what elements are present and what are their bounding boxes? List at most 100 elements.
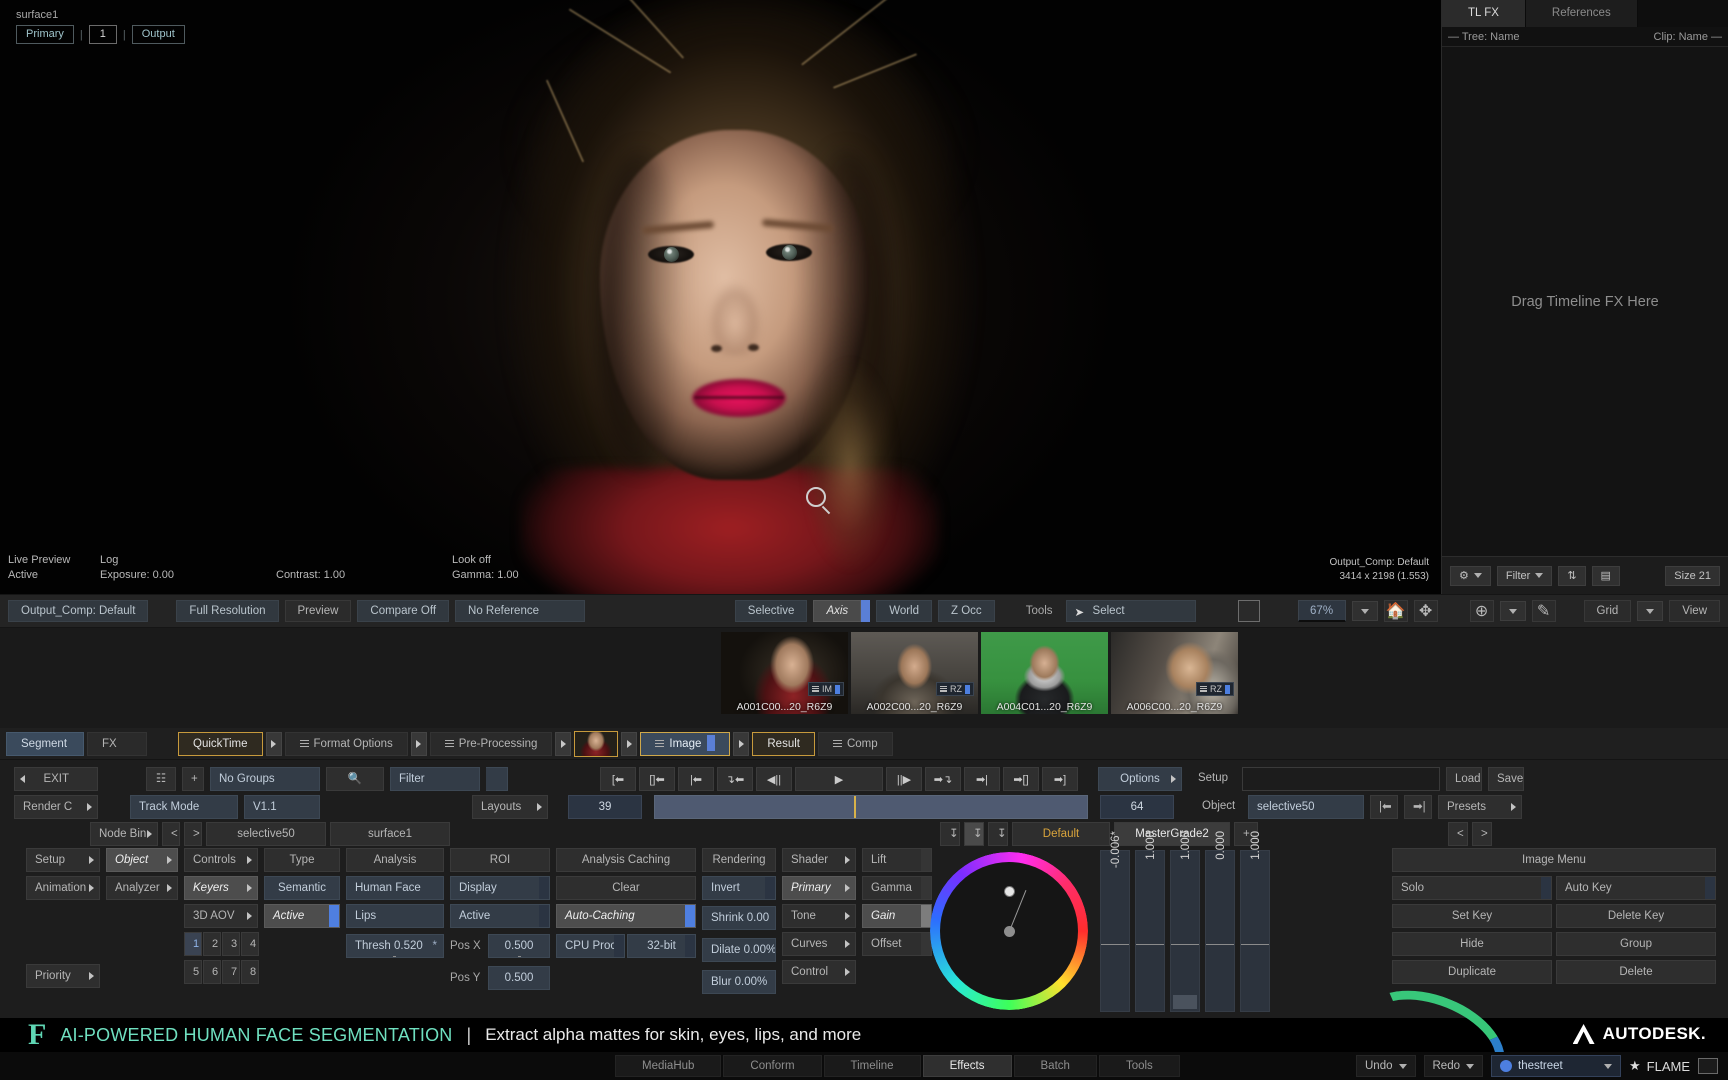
- reset-icon[interactable]: ↧: [988, 822, 1008, 846]
- tab-segment[interactable]: Segment: [6, 731, 84, 756]
- set-key-button[interactable]: Set Key: [1392, 904, 1552, 928]
- compare-button[interactable]: Compare Off: [357, 600, 450, 622]
- z-occ-button[interactable]: Z Occ: [938, 600, 995, 622]
- copy-icon[interactable]: ☷: [146, 767, 176, 791]
- tab-format-options[interactable]: Format Options: [284, 731, 408, 756]
- chevron-right-icon[interactable]: [621, 731, 638, 756]
- collapse-icon[interactable]: ↧: [940, 822, 960, 846]
- add-group-button[interactable]: +: [182, 767, 204, 791]
- keyer-2[interactable]: 2: [203, 932, 221, 956]
- tlfx-drop-area[interactable]: Drag Timeline FX Here: [1442, 47, 1728, 556]
- view-button[interactable]: View: [1669, 600, 1720, 622]
- scroll-left-icon[interactable]: <: [1448, 822, 1468, 846]
- slider-gamma[interactable]: 1.000 Gamma: [1135, 831, 1165, 1012]
- load-button[interactable]: Load: [1446, 767, 1482, 791]
- previous-object-icon[interactable]: |⬅: [1370, 795, 1398, 819]
- node-prev-button[interactable]: <: [162, 822, 180, 846]
- list-view-icon[interactable]: ▤: [1591, 565, 1620, 586]
- expand-icon[interactable]: ↧: [964, 822, 984, 846]
- next-keyframe-icon[interactable]: ➡↴: [925, 767, 961, 791]
- delete-key-button[interactable]: Delete Key: [1556, 904, 1716, 928]
- tab-image[interactable]: Image: [640, 731, 731, 756]
- param-analyzer[interactable]: Analyzer: [106, 876, 178, 900]
- step-forward-icon[interactable]: ||▶: [886, 767, 922, 791]
- delete-button[interactable]: Delete: [1556, 960, 1716, 984]
- tab-mediahub[interactable]: MediaHub: [615, 1055, 722, 1077]
- user-menu[interactable]: thestreet: [1491, 1055, 1621, 1077]
- version-field[interactable]: V1.1: [244, 795, 320, 819]
- sort-icon[interactable]: ⇅: [1558, 565, 1586, 586]
- eyedropper-icon[interactable]: ✎: [1531, 600, 1556, 622]
- toggle-switch[interactable]: [1705, 877, 1715, 899]
- undo-button[interactable]: Undo: [1356, 1055, 1416, 1077]
- wheel-color-handle[interactable]: [1004, 886, 1015, 897]
- playhead[interactable]: [853, 796, 856, 818]
- previous-keyframe-icon[interactable]: ↴⬅: [717, 767, 753, 791]
- param-control[interactable]: Control: [782, 960, 856, 984]
- slider-lift[interactable]: -0.006* Lift: [1100, 831, 1130, 1012]
- param-lift[interactable]: Lift: [862, 848, 932, 872]
- color-wheel[interactable]: [930, 852, 1100, 1012]
- home-icon[interactable]: 🏠: [1383, 600, 1408, 622]
- pos-x-field[interactable]: 0.500: [488, 934, 550, 958]
- render-context-dropdown[interactable]: Render C: [14, 795, 98, 819]
- timeline-scrubber[interactable]: [654, 795, 1088, 819]
- thumbnail-clip-4[interactable]: RZ A006C00...20_R6Z9: [1111, 632, 1238, 714]
- keyer-8[interactable]: 8: [241, 960, 259, 984]
- keyer-5[interactable]: 5: [184, 960, 202, 984]
- tab-fx[interactable]: FX: [87, 731, 147, 756]
- solo-button[interactable]: Solo: [1392, 876, 1552, 900]
- keyer-7[interactable]: 7: [222, 960, 240, 984]
- save-button[interactable]: Save: [1488, 767, 1524, 791]
- tab-effects[interactable]: Effects: [922, 1055, 1012, 1077]
- param-roi-active[interactable]: Active: [450, 904, 550, 928]
- param-display[interactable]: Display: [450, 876, 550, 900]
- thumbnail-clip-1[interactable]: IM A001C00...20_R6Z9: [721, 632, 848, 714]
- reference-button[interactable]: No Reference: [455, 600, 586, 622]
- slider-gain[interactable]: 1.000 Gain: [1170, 831, 1200, 1012]
- step-back-icon[interactable]: ◀||: [756, 767, 792, 791]
- tab-tl-fx[interactable]: TL FX: [1442, 0, 1526, 27]
- param-controls[interactable]: Controls: [184, 848, 258, 872]
- go-to-end-icon[interactable]: ➡]: [1042, 767, 1078, 791]
- toggle-switch[interactable]: [1541, 877, 1551, 899]
- tab-result[interactable]: Result: [752, 731, 815, 756]
- world-button[interactable]: World: [876, 600, 933, 622]
- param-priority[interactable]: Priority: [26, 964, 100, 988]
- param-animation[interactable]: Animation: [26, 876, 100, 900]
- chevron-right-icon[interactable]: [265, 731, 282, 756]
- param-setup[interactable]: Setup: [26, 848, 100, 872]
- grid-button[interactable]: Grid: [1583, 600, 1632, 622]
- keyer-3[interactable]: 3: [222, 932, 240, 956]
- thumbnail-size-field[interactable]: Size 21: [1665, 565, 1720, 586]
- toggle-switch[interactable]: [685, 905, 695, 927]
- next-clip-icon[interactable]: ➡|: [964, 767, 1000, 791]
- toggle-switch[interactable]: [329, 905, 339, 927]
- param-primary[interactable]: Primary: [782, 876, 856, 900]
- thumbnail-clip-3[interactable]: A004C01...20_R6Z9: [981, 632, 1108, 714]
- search-icon[interactable]: 🔍: [326, 767, 384, 791]
- node-bin-button[interactable]: Node Bin: [90, 822, 158, 846]
- param-clear[interactable]: Clear: [556, 876, 696, 900]
- param-active-type[interactable]: Active: [264, 904, 340, 928]
- toggle-switch[interactable]: [539, 905, 549, 927]
- toggle-switch[interactable]: [539, 877, 549, 899]
- tab-references[interactable]: References: [1525, 0, 1638, 27]
- scroll-right-icon[interactable]: >: [1472, 822, 1492, 846]
- hide-button[interactable]: Hide: [1392, 932, 1552, 956]
- chevron-right-icon[interactable]: [410, 731, 427, 756]
- slider-saturation[interactable]: 1.000 Saturation: [1240, 831, 1270, 1012]
- thumbnail-clip-2[interactable]: RZ A002C00...20_R6Z9: [851, 632, 978, 714]
- zoom-level-field[interactable]: 67%: [1297, 600, 1346, 622]
- tab-pre-processing[interactable]: Pre-Processing: [429, 731, 553, 756]
- auto-key-button[interactable]: Auto Key: [1556, 876, 1716, 900]
- keyboard-icon[interactable]: [1698, 1058, 1718, 1074]
- output-button[interactable]: Output: [131, 25, 185, 44]
- go-to-in-out-icon[interactable]: []⬅: [639, 767, 675, 791]
- axis-toggle[interactable]: Axis: [813, 600, 871, 622]
- next-object-icon[interactable]: ➡|: [1404, 795, 1432, 819]
- param-object[interactable]: Object: [106, 848, 178, 872]
- options-dropdown[interactable]: Options: [1098, 767, 1182, 791]
- param-cpu-proc[interactable]: CPU Proc: [556, 934, 625, 958]
- tab-batch[interactable]: Batch: [1013, 1055, 1097, 1077]
